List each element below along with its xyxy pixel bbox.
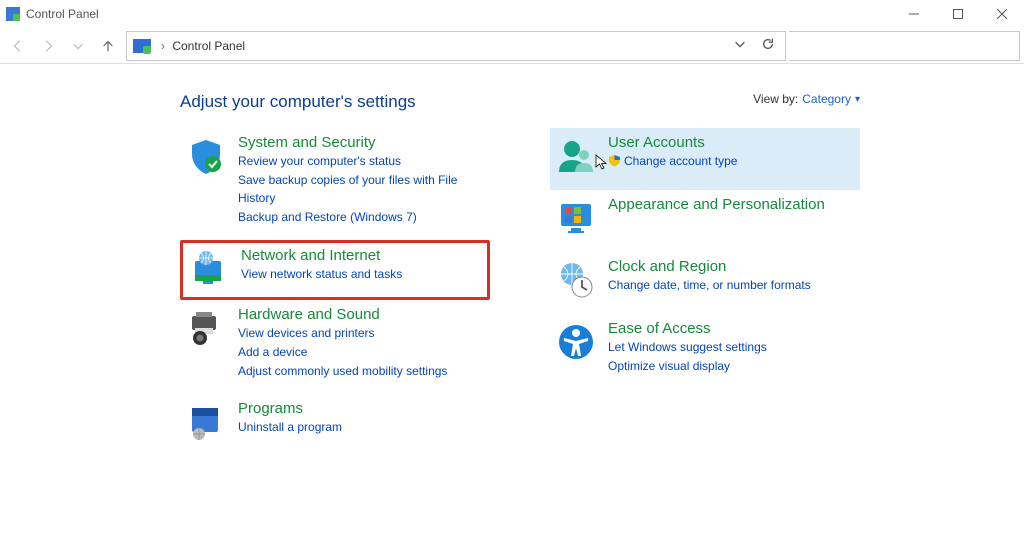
breadcrumb-separator: › [161, 39, 165, 53]
category-link[interactable]: Optimize visual display [608, 357, 856, 376]
address-dropdown-button[interactable] [733, 37, 747, 54]
refresh-button[interactable] [761, 37, 775, 54]
window-title: Control Panel [26, 7, 99, 21]
globe-monitor-icon [187, 247, 231, 289]
category-user-accounts: User Accounts Change account type [550, 128, 860, 190]
printer-camera-icon [184, 306, 228, 380]
category-column-left: System and Security Review your computer… [180, 128, 490, 456]
breadcrumb-control-panel[interactable]: Control Panel [172, 39, 245, 53]
category-title[interactable]: Appearance and Personalization [608, 196, 856, 214]
address-icon [133, 39, 151, 53]
category-appearance-personalization: Appearance and Personalization [550, 190, 860, 252]
recent-locations-button[interactable] [64, 32, 92, 60]
address-bar[interactable]: › Control Panel [126, 31, 786, 61]
category-link[interactable]: Uninstall a program [238, 418, 486, 437]
window-controls [892, 0, 1024, 28]
category-title[interactable]: Hardware and Sound [238, 306, 486, 324]
category-link[interactable]: View devices and printers [238, 324, 486, 343]
category-title[interactable]: Ease of Access [608, 320, 856, 338]
close-button[interactable] [980, 0, 1024, 28]
category-link[interactable]: Backup and Restore (Windows 7) [238, 208, 486, 227]
category-ease-of-access: Ease of Access Let Windows suggest setti… [550, 314, 860, 389]
minimize-button[interactable] [892, 0, 936, 28]
content-area: Adjust your computer's settings View by:… [0, 64, 1024, 466]
category-link[interactable]: Change account type [608, 152, 856, 171]
page-heading: Adjust your computer's settings [180, 92, 416, 112]
category-link[interactable]: Let Windows suggest settings [608, 338, 856, 357]
view-by-label: View by: [753, 92, 798, 106]
accessibility-icon [554, 320, 598, 375]
category-title[interactable]: User Accounts [608, 134, 856, 152]
programs-icon [184, 400, 228, 442]
category-link[interactable]: View network status and tasks [241, 265, 481, 284]
category-programs: Programs Uninstall a program [180, 394, 490, 456]
category-link[interactable]: Change date, time, or number formats [608, 276, 856, 295]
search-input[interactable] [789, 31, 1020, 61]
category-title[interactable]: Network and Internet [241, 247, 481, 265]
title-bar: Control Panel [0, 0, 1024, 28]
category-title[interactable]: Clock and Region [608, 258, 856, 276]
nav-bar: › Control Panel [0, 28, 1024, 64]
category-hardware-sound: Hardware and Sound View devices and prin… [180, 300, 490, 394]
monitor-icon [554, 196, 598, 238]
uac-shield-icon [608, 154, 621, 167]
chevron-down-icon: ▾ [855, 94, 860, 105]
user-icon [554, 134, 598, 176]
clock-globe-icon [554, 258, 598, 300]
forward-button[interactable] [34, 32, 62, 60]
category-system-security: System and Security Review your computer… [180, 128, 490, 240]
up-button[interactable] [94, 32, 122, 60]
view-by-selector[interactable]: View by: Category ▾ [753, 92, 860, 106]
category-link[interactable]: Adjust commonly used mobility settings [238, 362, 486, 381]
category-column-right: User Accounts Change account type [550, 128, 860, 456]
category-link[interactable]: Save backup copies of your files with Fi… [238, 171, 486, 208]
category-network-internet: Network and Internet View network status… [180, 240, 490, 300]
maximize-button[interactable] [936, 0, 980, 28]
category-title[interactable]: System and Security [238, 134, 486, 152]
category-link[interactable]: Review your computer's status [238, 152, 486, 171]
category-clock-region: Clock and Region Change date, time, or n… [550, 252, 860, 314]
shield-icon [184, 134, 228, 226]
category-link[interactable]: Add a device [238, 343, 486, 362]
back-button[interactable] [4, 32, 32, 60]
view-by-value: Category [802, 92, 851, 106]
control-panel-icon [6, 7, 20, 21]
category-title[interactable]: Programs [238, 400, 486, 418]
